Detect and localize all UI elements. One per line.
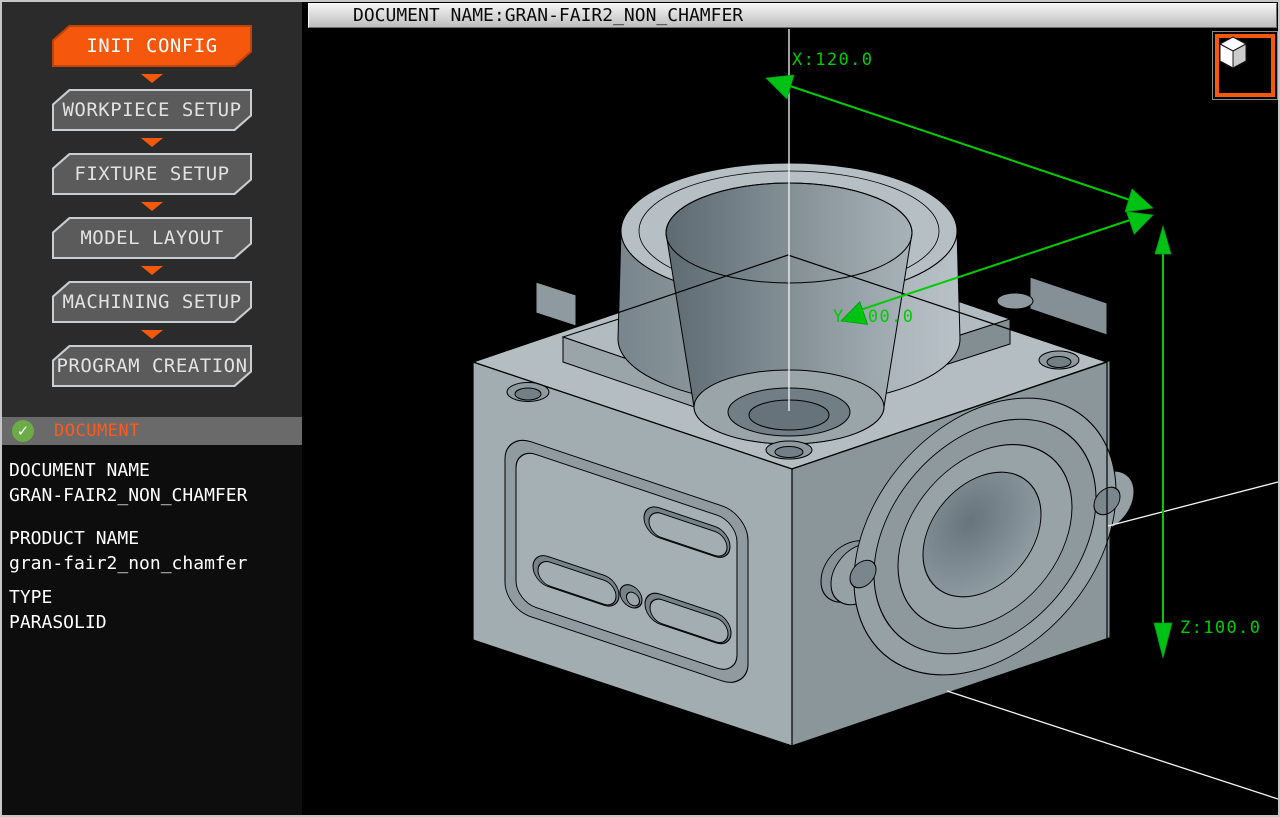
viewport-title: DOCUMENT NAME:GRAN-FAIR2_NON_CHAMFER: [353, 5, 743, 26]
model-canvas[interactable]: X:120.0 Y:100.0 Z:100.0: [302, 29, 1278, 815]
document-section-header: ✓ DOCUMENT: [2, 417, 302, 445]
sidebar: INIT CONFIG WORKPIECE SETUP FIXTURE SETU…: [2, 2, 302, 815]
x-arrow-right: [1125, 189, 1153, 212]
step-machining-setup[interactable]: MACHINING SETUP: [52, 281, 252, 323]
step-label: PROGRAM CREATION: [56, 355, 247, 377]
z-arrow-up: [1155, 226, 1171, 254]
step-fixture-setup[interactable]: FIXTURE SETUP: [52, 153, 252, 195]
view-cube-frame: [1215, 34, 1275, 97]
workflow-steps: INIT CONFIG WORKPIECE SETUP FIXTURE SETU…: [2, 2, 302, 387]
document-name-value: GRAN-FAIR2_NON_CHAMFER: [9, 483, 298, 508]
step-label: MACHINING SETUP: [62, 291, 241, 313]
3d-viewport[interactable]: X:120.0 Y:100.0 Z:100.0: [302, 29, 1278, 815]
type-label: TYPE: [9, 585, 298, 610]
flow-arrow-icon: [141, 74, 163, 83]
step-label: FIXTURE SETUP: [74, 163, 229, 185]
view-cube-button[interactable]: [1212, 31, 1278, 100]
step-model-layout[interactable]: MODEL LAYOUT: [52, 217, 252, 259]
step-label: INIT CONFIG: [86, 35, 217, 57]
product-name-field: PRODUCT NAME gran-fair2_non_chamfer: [9, 526, 298, 576]
step-program-creation[interactable]: PROGRAM CREATION: [52, 345, 252, 387]
cube-icon: [1213, 32, 1253, 74]
flow-arrow-icon: [141, 266, 163, 275]
check-circle-icon: ✓: [12, 420, 34, 442]
x-axis-line: [947, 691, 1278, 799]
flow-arrow-icon: [141, 202, 163, 211]
product-name-label: PRODUCT NAME: [9, 526, 298, 551]
document-section-title: DOCUMENT: [54, 421, 140, 441]
step-workpiece-setup[interactable]: WORKPIECE SETUP: [52, 89, 252, 131]
y-dimension-label: Y:100.0: [833, 307, 914, 327]
app-window: INIT CONFIG WORKPIECE SETUP FIXTURE SETU…: [0, 0, 1280, 817]
z-dimension-label: Z:100.0: [1180, 618, 1261, 638]
document-name-label: DOCUMENT NAME: [9, 458, 298, 483]
z-arrow-down: [1154, 623, 1172, 658]
cad-model: [473, 163, 1134, 747]
step-init-config[interactable]: INIT CONFIG: [52, 25, 252, 67]
step-label: MODEL LAYOUT: [80, 227, 223, 249]
document-info-panel: DOCUMENT NAME GRAN-FAIR2_NON_CHAMFER PRO…: [2, 445, 302, 815]
main-area: DOCUMENT NAME:GRAN-FAIR2_NON_CHAMFER: [302, 2, 1278, 815]
y-arrow-right: [1126, 212, 1153, 235]
step-label: WORKPIECE SETUP: [62, 99, 241, 121]
x-arrow-left: [766, 75, 794, 99]
type-field: TYPE PARASOLID: [9, 585, 298, 635]
product-name-value: gran-fair2_non_chamfer: [9, 551, 298, 576]
type-value: PARASOLID: [9, 610, 298, 635]
x-dimension-label: X:120.0: [792, 50, 873, 70]
flow-arrow-icon: [141, 138, 163, 147]
viewport-titlebar: DOCUMENT NAME:GRAN-FAIR2_NON_CHAMFER: [308, 3, 1277, 28]
document-name-field: DOCUMENT NAME GRAN-FAIR2_NON_CHAMFER: [9, 458, 298, 508]
flow-arrow-icon: [141, 330, 163, 339]
